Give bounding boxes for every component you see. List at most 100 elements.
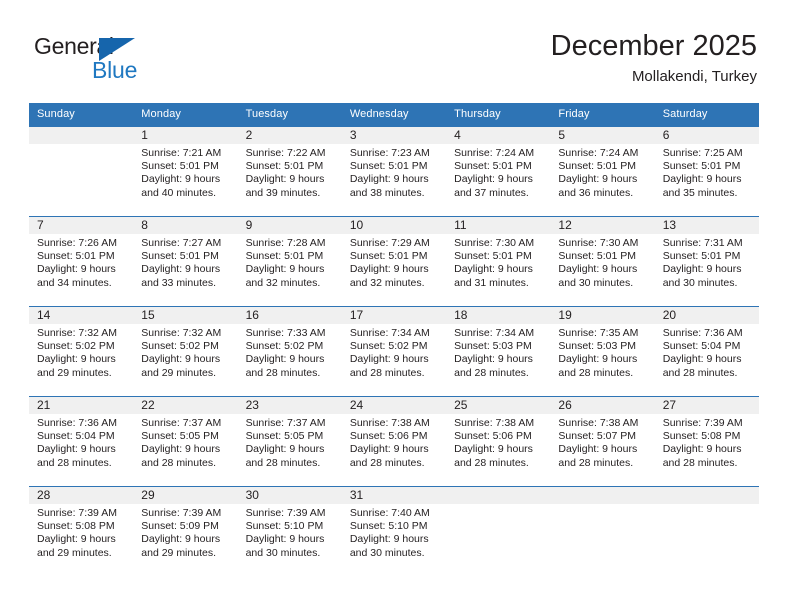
sunset-text: Sunset: 5:01 PM (558, 250, 637, 263)
daylight-text-line2: and 30 minutes. (245, 546, 321, 559)
day-details: Sunrise: 7:31 AM Sunset: 5:01 PM Daylight:… (655, 234, 759, 290)
sunset-text: Sunset: 5:01 PM (141, 250, 219, 263)
day-cell-inner: 11 Sunrise: 7:30 AM Sunset: 5:01 PM Dayligh… (446, 217, 551, 306)
calendar-body: 1 Sunrise: 7:21 AM Sunset: 5:01 PM Daylight… (29, 126, 759, 577)
calendar-day-cell[interactable]: 1 Sunrise: 7:21 AM Sunset: 5:01 PM Daylight… (133, 126, 238, 217)
calendar-day-cell[interactable]: 25 Sunrise: 7:38 AM Sunset: 5:06 PM Dayligh… (446, 396, 551, 487)
sunrise-text: Sunrise: 7:40 AM (349, 507, 430, 519)
calendar-day-cell[interactable]: 30 Sunrise: 7:39 AM Sunset: 5:10 PM Dayligh… (237, 486, 342, 577)
day-number: 19 (550, 307, 655, 324)
day-number: 27 (654, 397, 759, 414)
day-number: 11 (446, 217, 551, 234)
day-cell-inner: 13 Sunrise: 7:31 AM Sunset: 5:01 PM Dayligh… (654, 217, 759, 306)
day-details: Sunrise: 7:39 AM Sunset: 5:09 PM Daylight:… (133, 504, 237, 560)
general-blue-logo[interactable]: General Blue (34, 33, 214, 85)
calendar-day-cell[interactable]: 11 Sunrise: 7:30 AM Sunset: 5:01 PM Dayligh… (446, 216, 551, 307)
day-cell-inner: 19 Sunrise: 7:35 AM Sunset: 5:03 PM Dayligh… (550, 307, 655, 396)
calendar-day-cell[interactable]: 29 Sunrise: 7:39 AM Sunset: 5:09 PM Dayligh… (133, 486, 238, 577)
day-number: 9 (237, 217, 342, 234)
day-number: 12 (550, 217, 655, 234)
calendar-day-cell[interactable]: 4 Sunrise: 7:24 AM Sunset: 5:01 PM Daylight… (446, 126, 551, 217)
calendar-day-cell[interactable]: 28 Sunrise: 7:39 AM Sunset: 5:08 PM Dayligh… (29, 486, 134, 577)
calendar-day-cell (654, 486, 759, 577)
day-details: Sunrise: 7:39 AM Sunset: 5:10 PM Daylight:… (238, 504, 342, 560)
sunrise-text: Sunrise: 7:39 AM (245, 507, 326, 519)
day-cell-inner: 21 Sunrise: 7:36 AM Sunset: 5:04 PM Dayligh… (29, 397, 134, 486)
weekday-header-thursday: Thursday (446, 103, 551, 127)
weekday-header-wednesday: Wednesday (341, 103, 447, 127)
sunset-text: Sunset: 5:01 PM (245, 160, 324, 173)
sunset-text: Sunset: 5:01 PM (349, 250, 428, 263)
daylight-text-line2: and 28 minutes. (558, 366, 634, 379)
weekday-header-saturday: Saturday (654, 103, 759, 127)
sunrise-text: Sunrise: 7:29 AM (349, 237, 430, 249)
sunset-text: Sunset: 5:04 PM (662, 340, 741, 353)
calendar-day-cell[interactable]: 12 Sunrise: 7:30 AM Sunset: 5:01 PM Dayligh… (550, 216, 655, 307)
daylight-text-line1: Daylight: 9 hours (454, 443, 533, 456)
calendar-day-cell[interactable]: 2 Sunrise: 7:22 AM Sunset: 5:01 PM Daylight… (237, 126, 342, 217)
weekday-header-sunday: Sunday (29, 103, 134, 127)
calendar-day-cell[interactable]: 7 Sunrise: 7:26 AM Sunset: 5:01 PM Daylight… (29, 216, 134, 307)
day-number: 2 (237, 127, 342, 144)
calendar-day-cell[interactable]: 19 Sunrise: 7:35 AM Sunset: 5:03 PM Dayligh… (550, 306, 655, 397)
day-cell-inner (654, 487, 759, 577)
calendar-day-cell[interactable]: 15 Sunrise: 7:32 AM Sunset: 5:02 PM Dayligh… (133, 306, 238, 397)
calendar-day-cell[interactable]: 18 Sunrise: 7:34 AM Sunset: 5:03 PM Dayligh… (446, 306, 551, 397)
day-details: Sunrise: 7:28 AM Sunset: 5:01 PM Daylight:… (238, 234, 342, 290)
day-number: 1 (133, 127, 238, 144)
day-number: 23 (237, 397, 342, 414)
daylight-text-line2: and 32 minutes. (349, 276, 425, 289)
day-cell-inner: 30 Sunrise: 7:39 AM Sunset: 5:10 PM Dayligh… (237, 487, 342, 577)
calendar-day-cell[interactable]: 24 Sunrise: 7:38 AM Sunset: 5:06 PM Dayligh… (341, 396, 447, 487)
page-header: General Blue December 2025 Mollakendi, T… (0, 0, 792, 103)
day-cell-inner: 24 Sunrise: 7:38 AM Sunset: 5:06 PM Dayligh… (341, 397, 447, 486)
day-cell-inner: 3 Sunrise: 7:23 AM Sunset: 5:01 PM Daylight… (341, 127, 447, 216)
calendar-day-cell[interactable]: 16 Sunrise: 7:33 AM Sunset: 5:02 PM Dayligh… (237, 306, 342, 397)
day-details: Sunrise: 7:23 AM Sunset: 5:01 PM Daylight:… (342, 144, 446, 200)
calendar-day-cell[interactable]: 3 Sunrise: 7:23 AM Sunset: 5:01 PM Daylight… (341, 126, 447, 217)
sunset-text: Sunset: 5:02 PM (141, 340, 219, 353)
calendar-table: Sunday Monday Tuesday Wednesday Thursday… (29, 103, 759, 577)
day-number: 10 (341, 217, 447, 234)
calendar-day-cell[interactable]: 8 Sunrise: 7:27 AM Sunset: 5:01 PM Daylight… (133, 216, 238, 307)
calendar-day-cell[interactable]: 13 Sunrise: 7:31 AM Sunset: 5:01 PM Dayligh… (654, 216, 759, 307)
day-cell-inner: 18 Sunrise: 7:34 AM Sunset: 5:03 PM Dayligh… (446, 307, 551, 396)
daylight-text-line1: Daylight: 9 hours (245, 173, 325, 186)
day-number: 15 (133, 307, 238, 324)
daylight-text-line2: and 37 minutes. (454, 186, 529, 199)
calendar-day-cell[interactable]: 17 Sunrise: 7:34 AM Sunset: 5:02 PM Dayligh… (341, 306, 447, 397)
calendar-day-cell[interactable]: 10 Sunrise: 7:29 AM Sunset: 5:01 PM Dayligh… (341, 216, 447, 307)
calendar-day-cell[interactable]: 6 Sunrise: 7:25 AM Sunset: 5:01 PM Daylight… (654, 126, 759, 217)
daylight-text-line1: Daylight: 9 hours (662, 443, 742, 456)
daylight-text-line2: and 28 minutes. (349, 366, 425, 379)
calendar-week-row: 1 Sunrise: 7:21 AM Sunset: 5:01 PM Daylight… (29, 126, 759, 217)
calendar-day-cell[interactable]: 20 Sunrise: 7:36 AM Sunset: 5:04 PM Dayligh… (654, 306, 759, 397)
daylight-text-line2: and 29 minutes. (37, 366, 112, 379)
calendar-day-cell[interactable]: 9 Sunrise: 7:28 AM Sunset: 5:01 PM Daylight… (237, 216, 342, 307)
daylight-text-line1: Daylight: 9 hours (454, 263, 533, 276)
daylight-text-line2: and 40 minutes. (141, 186, 216, 199)
daylight-text-line1: Daylight: 9 hours (558, 443, 638, 456)
calendar-day-cell[interactable]: 26 Sunrise: 7:38 AM Sunset: 5:07 PM Dayligh… (550, 396, 655, 487)
calendar-day-cell[interactable]: 23 Sunrise: 7:37 AM Sunset: 5:05 PM Dayligh… (237, 396, 342, 487)
day-number: 26 (550, 397, 655, 414)
sunrise-text: Sunrise: 7:39 AM (662, 417, 743, 429)
day-number: 20 (654, 307, 759, 324)
day-number: 24 (341, 397, 447, 414)
calendar-day-cell (550, 486, 655, 577)
daylight-text-line1: Daylight: 9 hours (141, 353, 221, 366)
sunset-text: Sunset: 5:03 PM (558, 340, 637, 353)
daylight-text-line2: and 28 minutes. (662, 456, 738, 469)
calendar-day-cell[interactable]: 22 Sunrise: 7:37 AM Sunset: 5:05 PM Dayligh… (133, 396, 238, 487)
sunset-text: Sunset: 5:06 PM (349, 430, 428, 443)
calendar-day-cell[interactable]: 5 Sunrise: 7:24 AM Sunset: 5:01 PM Daylight… (550, 126, 655, 217)
calendar-day-cell[interactable]: 21 Sunrise: 7:36 AM Sunset: 5:04 PM Dayligh… (29, 396, 134, 487)
calendar-day-cell[interactable]: 27 Sunrise: 7:39 AM Sunset: 5:08 PM Dayligh… (654, 396, 759, 487)
calendar-day-cell[interactable]: 31 Sunrise: 7:40 AM Sunset: 5:10 PM Dayligh… (341, 486, 447, 577)
daylight-text-line1: Daylight: 9 hours (141, 173, 221, 186)
day-cell-inner (446, 487, 551, 577)
calendar-day-cell[interactable]: 14 Sunrise: 7:32 AM Sunset: 5:02 PM Dayligh… (29, 306, 134, 397)
day-details: Sunrise: 7:36 AM Sunset: 5:04 PM Daylight:… (29, 414, 133, 470)
daylight-text-line1: Daylight: 9 hours (245, 443, 325, 456)
day-cell-inner: 2 Sunrise: 7:22 AM Sunset: 5:01 PM Daylight… (237, 127, 342, 216)
